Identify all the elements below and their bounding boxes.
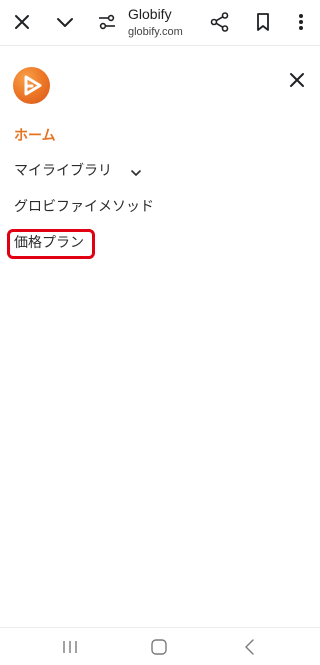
recent-apps-icon[interactable] <box>61 638 79 660</box>
site-url: globify.com <box>128 26 183 38</box>
highlight-box <box>7 229 95 259</box>
address-bar[interactable]: Globify globify.com <box>128 6 218 39</box>
globify-logo[interactable] <box>13 67 50 104</box>
more-vert-icon[interactable] <box>293 11 309 33</box>
site-title: Globify <box>128 6 172 22</box>
page-settings-icon[interactable] <box>97 13 117 31</box>
menu-item-globify-method[interactable]: グロビファイメソッド <box>14 198 154 216</box>
bookmark-icon[interactable] <box>253 11 273 33</box>
menu-item-home[interactable]: ホーム <box>14 127 56 145</box>
browser-toolbar: Globify globify.com <box>0 0 320 46</box>
back-icon[interactable] <box>241 638 259 660</box>
menu-item-my-library[interactable]: マイライブラリ <box>14 162 112 180</box>
home-icon[interactable] <box>150 638 168 660</box>
close-icon[interactable] <box>12 12 32 32</box>
menu-close-icon[interactable] <box>286 69 308 91</box>
chevron-down-icon[interactable] <box>54 12 76 32</box>
chevron-down-icon[interactable] <box>130 164 142 176</box>
share-icon[interactable] <box>209 11 231 33</box>
system-nav-bar <box>0 627 320 665</box>
